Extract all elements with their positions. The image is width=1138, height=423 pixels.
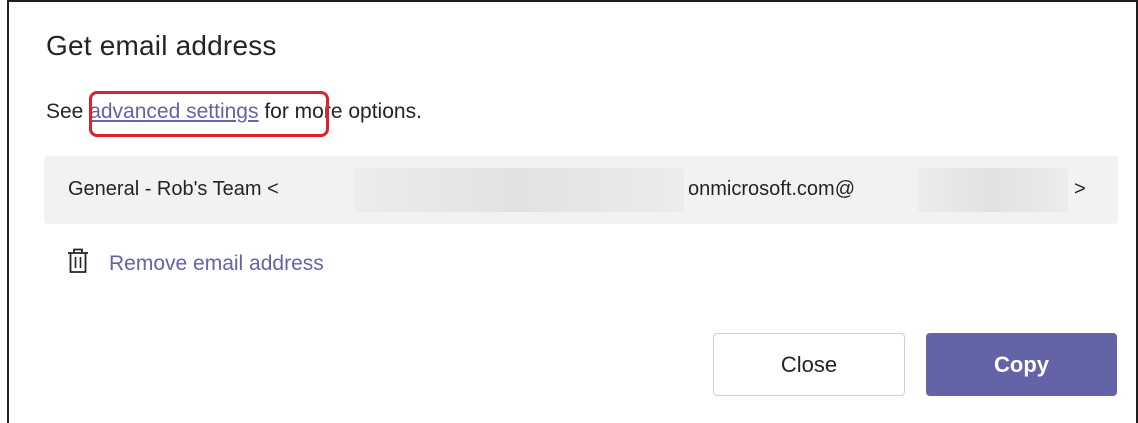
- close-button[interactable]: Close: [713, 333, 905, 396]
- redacted-block: [918, 168, 1068, 212]
- copy-button[interactable]: Copy: [926, 333, 1117, 396]
- email-address-field[interactable]: General - Rob's Team < onmicrosoft.com@ …: [44, 156, 1118, 224]
- advanced-settings-link[interactable]: advanced settings: [89, 100, 258, 123]
- window-border-top: [7, 0, 1138, 2]
- email-text-domain: onmicrosoft.com@: [688, 178, 856, 200]
- dialog-description: See advanced settings for more options.: [46, 100, 422, 124]
- email-text-suffix: >: [1074, 178, 1086, 200]
- description-prefix: See: [46, 100, 90, 123]
- remove-email-link[interactable]: Remove email address: [109, 252, 324, 276]
- window-border-left: [7, 0, 9, 423]
- email-text-prefix: General - Rob's Team <: [68, 178, 279, 200]
- dialog-title: Get email address: [46, 30, 277, 61]
- redacted-block: [354, 168, 684, 212]
- trash-icon[interactable]: [66, 246, 90, 276]
- description-suffix: for more options.: [258, 100, 422, 123]
